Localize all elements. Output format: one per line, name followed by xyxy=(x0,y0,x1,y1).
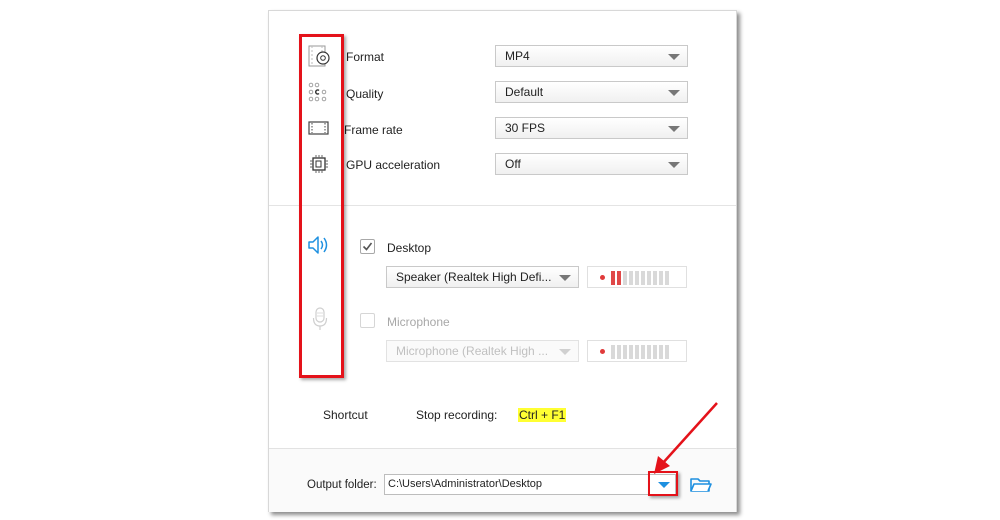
desktop-device-value: Speaker (Realtek High Defi... xyxy=(396,270,552,284)
gpu-acceleration-label: GPU acceleration xyxy=(346,158,441,172)
desktop-level-meter xyxy=(587,266,687,288)
annotation-box-icons xyxy=(299,34,344,378)
checkmark-icon xyxy=(362,242,373,251)
output-folder-input[interactable]: C:\Users\Administrator\Desktop xyxy=(384,474,676,495)
meter-segment xyxy=(665,271,669,285)
format-select[interactable]: MP4 xyxy=(495,45,688,67)
meter-segment xyxy=(629,345,633,359)
frame-rate-value: 30 FPS xyxy=(505,121,546,135)
annotation-arrow xyxy=(654,402,718,474)
meter-segment xyxy=(647,345,651,359)
stop-recording-label: Stop recording: xyxy=(416,408,498,422)
gpu-acceleration-select[interactable]: Off xyxy=(495,153,688,175)
stop-recording-hotkey[interactable]: Ctrl + F1 xyxy=(518,408,567,422)
chevron-down-icon xyxy=(668,90,680,96)
microphone-label: Microphone xyxy=(387,315,450,329)
meter-segment xyxy=(665,345,669,359)
meter-segment xyxy=(659,271,663,285)
meter-segment xyxy=(653,271,657,285)
meter-segment xyxy=(635,271,639,285)
chevron-down-icon xyxy=(559,275,571,281)
microphone-device-select[interactable]: Microphone (Realtek High ... xyxy=(386,340,579,362)
quality-select[interactable]: Default xyxy=(495,81,688,103)
desktop-device-select[interactable]: Speaker (Realtek High Defi... xyxy=(386,266,579,288)
chevron-down-icon xyxy=(668,162,680,168)
frame-rate-label: Frame rate xyxy=(344,123,403,137)
output-folder-path: C:\Users\Administrator\Desktop xyxy=(388,478,543,490)
chevron-down-icon xyxy=(559,349,571,355)
meter-segment xyxy=(629,271,633,285)
meter-segment xyxy=(641,271,645,285)
microphone-level-meter xyxy=(587,340,687,362)
quality-label: Quality xyxy=(346,87,384,101)
chevron-down-icon xyxy=(668,126,680,132)
meter-segment xyxy=(617,345,621,359)
shortcut-label: Shortcut xyxy=(323,408,368,422)
meter-segment xyxy=(641,345,645,359)
quality-value: Default xyxy=(505,85,544,99)
microphone-checkbox[interactable] xyxy=(360,313,375,328)
format-label: Format xyxy=(346,50,385,64)
desktop-audio-checkbox[interactable] xyxy=(360,239,375,254)
desktop-audio-label: Desktop xyxy=(387,241,432,255)
meter-segment xyxy=(635,345,639,359)
format-value: MP4 xyxy=(505,49,530,63)
meter-segment xyxy=(653,345,657,359)
frame-rate-select[interactable]: 30 FPS xyxy=(495,117,688,139)
meter-segment xyxy=(623,345,627,359)
record-dot-icon xyxy=(600,275,605,280)
meter-segment xyxy=(617,271,621,285)
record-dot-icon xyxy=(600,349,605,354)
meter-segment xyxy=(647,271,651,285)
chevron-down-icon xyxy=(668,54,680,60)
microphone-device-value: Microphone (Realtek High ... xyxy=(396,344,549,358)
gpu-acceleration-value: Off xyxy=(505,157,521,171)
meter-segment xyxy=(623,271,627,285)
meter-segment xyxy=(611,345,615,359)
output-folder-label: Output folder: xyxy=(307,479,377,491)
meter-segment xyxy=(659,345,663,359)
meter-segment xyxy=(611,271,615,285)
